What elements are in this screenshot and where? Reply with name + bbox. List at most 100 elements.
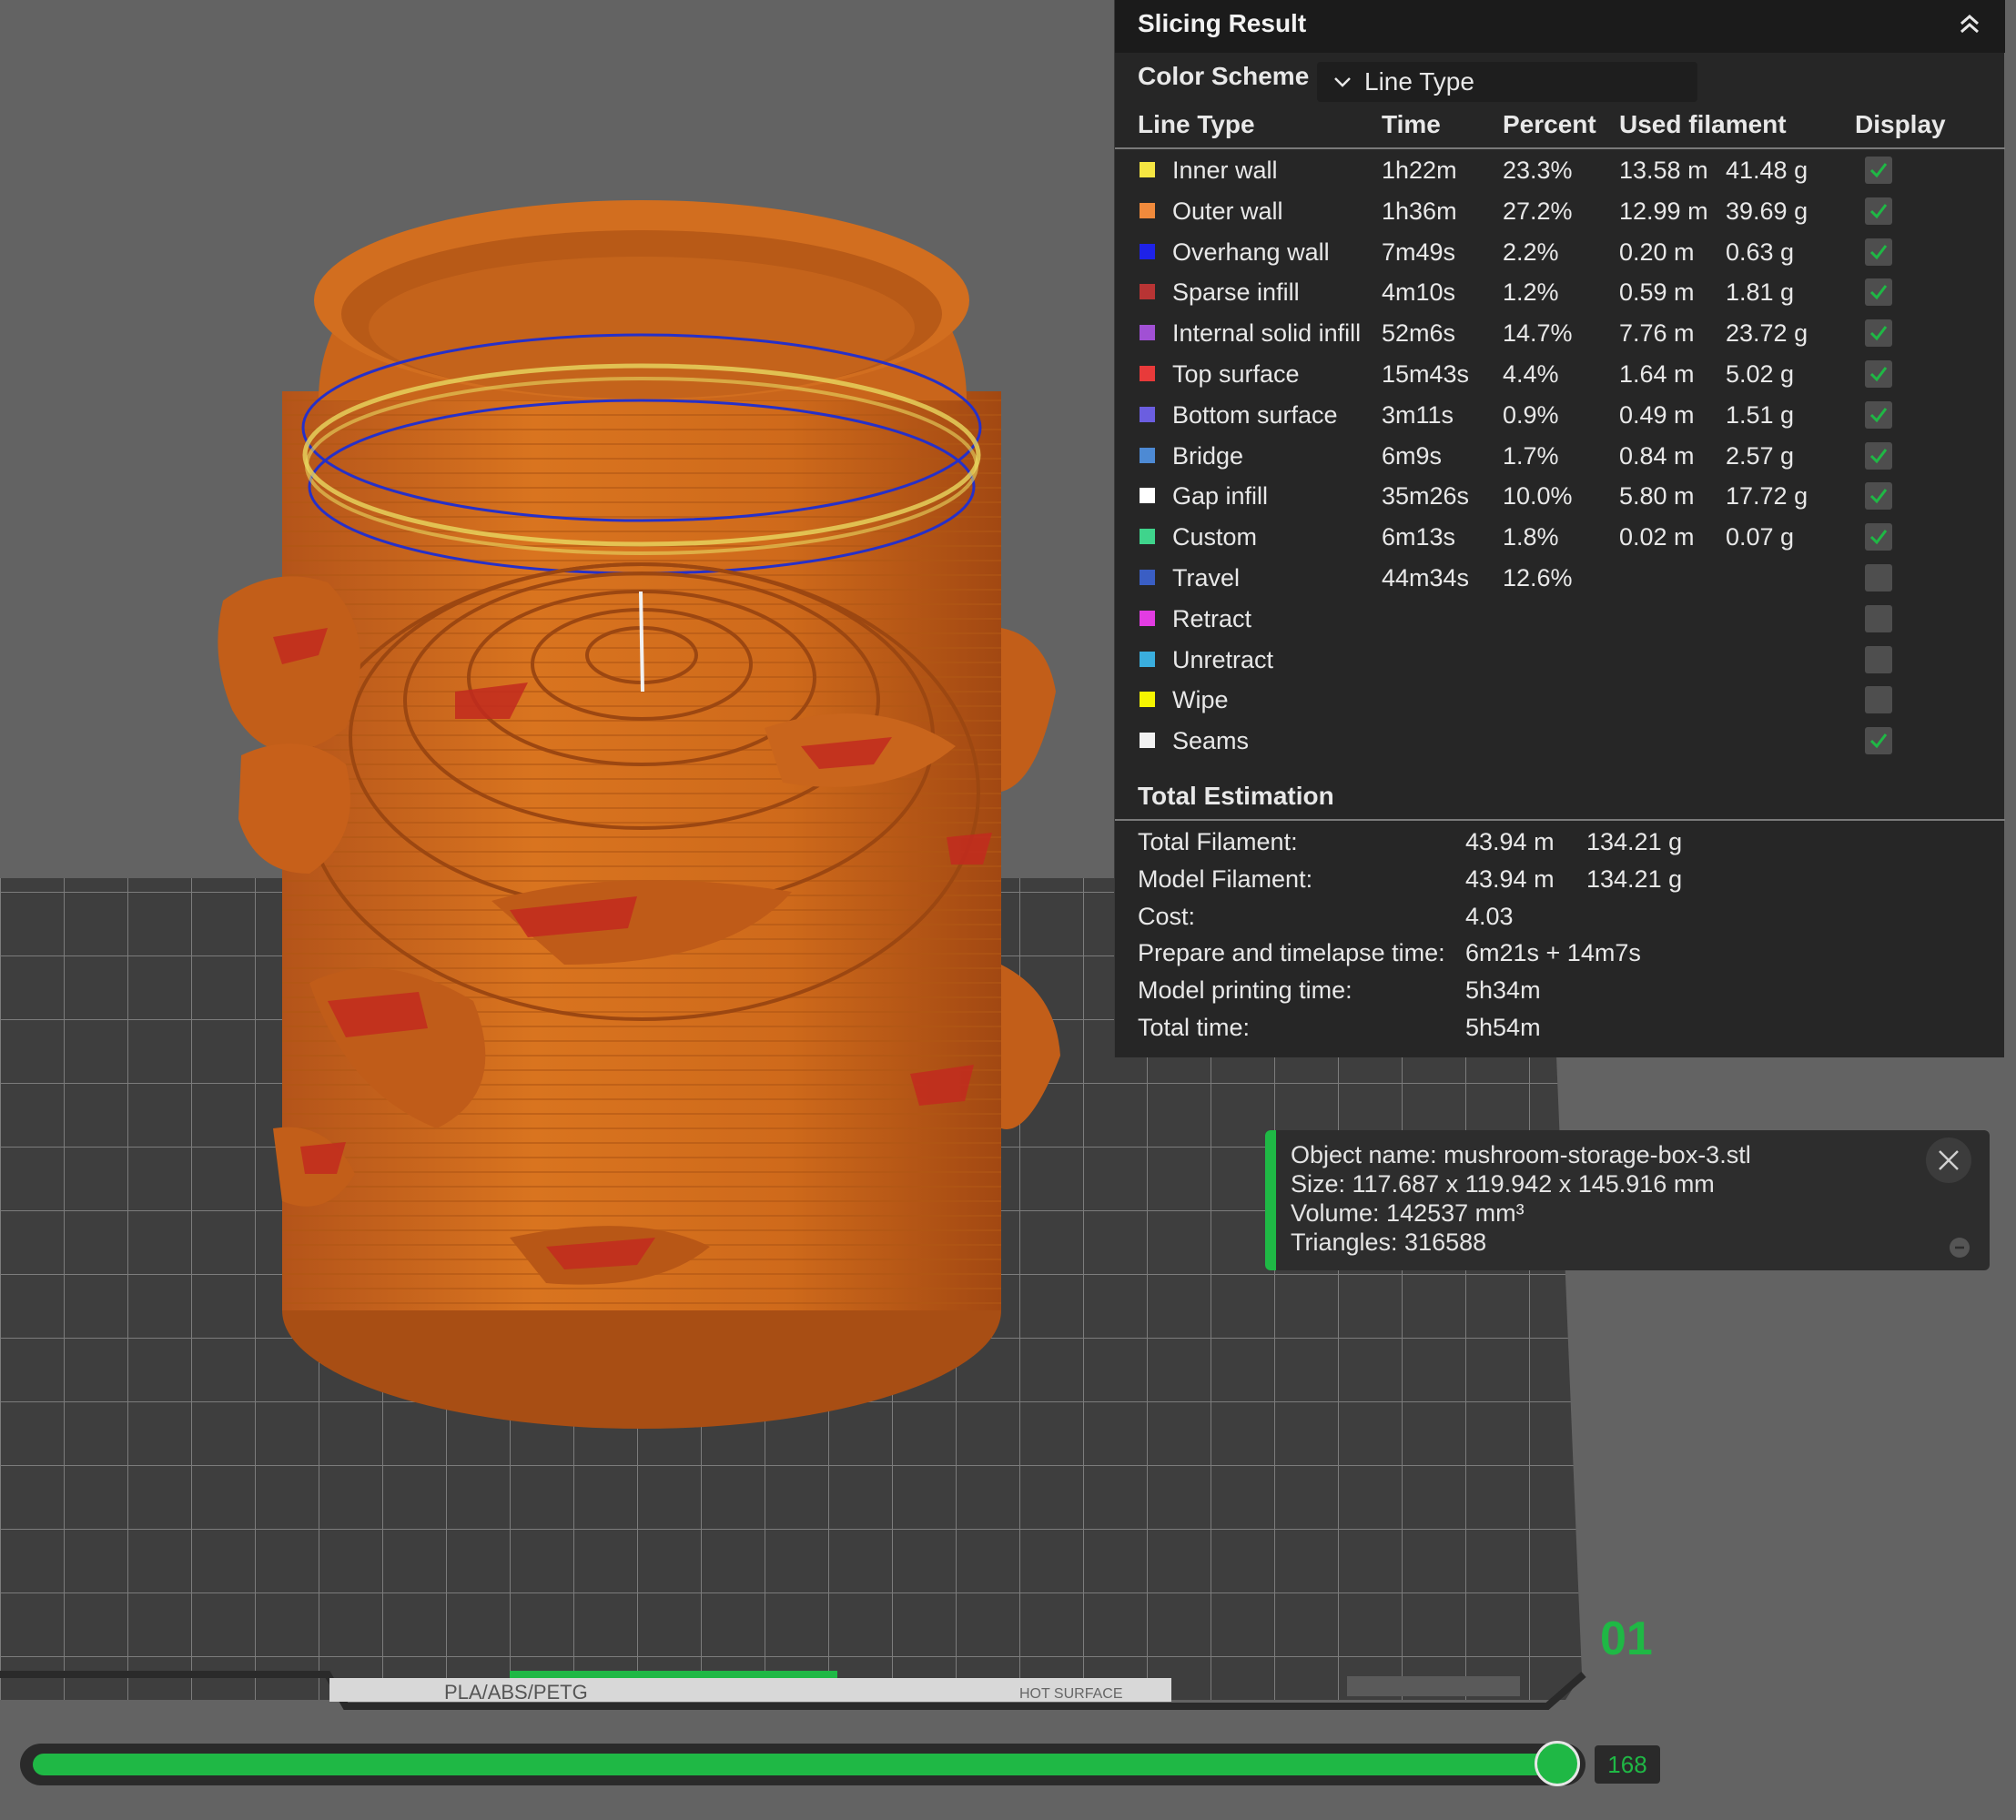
checkmark-icon (1869, 530, 1888, 545)
display-checkbox[interactable] (1865, 400, 1892, 429)
line-type-weight: 23.72 g (1726, 319, 1808, 348)
line-type-time: 6m9s (1382, 441, 1443, 470)
line-type-percent: 14.7% (1503, 319, 1573, 348)
line-type-name: Unretract (1172, 645, 1274, 673)
color-swatch (1140, 447, 1155, 463)
chevron-down-icon (1334, 77, 1351, 87)
display-checkbox[interactable] (1865, 278, 1892, 307)
display-checkbox[interactable] (1865, 727, 1892, 755)
line-type-time: 6m13s (1382, 523, 1456, 551)
color-swatch (1140, 692, 1155, 708)
color-swatch (1140, 243, 1155, 259)
line-type-row: Custom 6m13s 1.8% 0.02 m 0.07 g (1115, 518, 2005, 558)
slicing-result-panel: Slicing Result Color Scheme Line Type Li… (1114, 0, 2005, 1057)
double-chevron-up-icon (1960, 14, 1979, 34)
line-type-percent: 27.2% (1503, 197, 1573, 225)
display-checkbox[interactable] (1865, 319, 1892, 348)
line-type-row: Sparse infill 4m10s 1.2% 0.59 m 1.81 g (1115, 273, 2005, 313)
total-label: Prepare and timelapse time: (1138, 939, 1445, 967)
hot-surface-label: HOT SURFACE (1019, 1686, 1123, 1702)
color-swatch (1140, 733, 1155, 749)
line-type-percent: 2.2% (1503, 238, 1559, 266)
col-header-percent: Percent (1503, 110, 1596, 138)
total-label: Model printing time: (1138, 976, 1352, 1005)
line-type-length: 7.76 m (1619, 319, 1695, 348)
line-type-length: 0.49 m (1619, 400, 1695, 429)
line-type-length: 0.02 m (1619, 523, 1695, 551)
line-type-time: 44m34s (1382, 564, 1470, 592)
object-name: Object name: mushroom-storage-box-3.stl (1291, 1141, 1751, 1168)
line-type-weight: 2.57 g (1726, 441, 1795, 470)
total-value: 6m21s + 14m7s (1465, 939, 1641, 967)
color-swatch (1140, 651, 1155, 667)
line-type-percent: 1.7% (1503, 441, 1559, 470)
close-object-info-button[interactable] (1926, 1138, 1971, 1183)
line-type-name: Internal solid infill (1172, 319, 1362, 348)
col-header-display: Display (1855, 110, 1946, 138)
line-type-weight: 0.07 g (1726, 523, 1795, 551)
line-type-name: Inner wall (1172, 157, 1278, 184)
plate-number: 01 (1600, 1613, 1653, 1665)
line-type-row: Bottom surface 3m11s 0.9% 0.49 m 1.51 g (1115, 396, 2005, 436)
display-checkbox[interactable] (1865, 686, 1892, 714)
header-divider (1115, 147, 2005, 149)
line-type-weight: 39.69 g (1726, 197, 1808, 225)
layer-slider-handle[interactable] (1535, 1741, 1581, 1786)
total-label: Cost: (1138, 902, 1196, 930)
line-type-length: 0.84 m (1619, 441, 1695, 470)
total-label: Model Filament: (1138, 864, 1313, 893)
total-estimation-row: Cost: 4.03 (1115, 899, 2005, 935)
line-type-percent: 0.9% (1503, 400, 1559, 429)
line-type-row: Unretract (1115, 641, 2005, 681)
display-checkbox[interactable] (1865, 604, 1892, 632)
line-type-name: Gap infill (1172, 482, 1269, 511)
display-checkbox[interactable] (1865, 645, 1892, 673)
total-estimation-title: Total Estimation (1138, 782, 1334, 810)
line-type-name: Top surface (1172, 360, 1300, 388)
minus-icon (1955, 1246, 1964, 1249)
display-checkbox[interactable] (1865, 360, 1892, 388)
line-type-length: 5.80 m (1619, 482, 1695, 511)
object-triangles: Triangles: 316588 (1291, 1228, 1487, 1256)
display-checkbox[interactable] (1865, 197, 1892, 225)
total-estimation-row: Model printing time: 5h34m (1115, 973, 2005, 1009)
display-checkbox[interactable] (1865, 441, 1892, 470)
total-value-secondary: 134.21 g (1586, 864, 1683, 893)
display-checkbox[interactable] (1865, 564, 1892, 592)
line-type-row: Top surface 15m43s 4.4% 1.64 m 5.02 g (1115, 355, 2005, 395)
line-type-time: 52m6s (1382, 319, 1456, 348)
color-swatch (1140, 610, 1155, 626)
collapse-button[interactable] (1954, 9, 1985, 40)
line-type-name: Custom (1172, 523, 1258, 551)
total-value: 43.94 m (1465, 864, 1555, 893)
layer-slider[interactable] (20, 1741, 1585, 1786)
object-volume: Volume: 142537 mm³ (1291, 1199, 1525, 1227)
line-type-name: Overhang wall (1172, 238, 1330, 266)
line-type-percent: 23.3% (1503, 157, 1573, 184)
total-estimation-row: Model Filament: 43.94 m 134.21 g (1115, 862, 2005, 898)
display-checkbox[interactable] (1865, 238, 1892, 266)
color-swatch (1140, 570, 1155, 585)
color-swatch (1140, 366, 1155, 381)
checkmark-icon (1869, 203, 1888, 219)
display-checkbox[interactable] (1865, 157, 1892, 184)
line-type-row: Outer wall 1h36m 27.2% 12.99 m 39.69 g (1115, 192, 2005, 232)
panel-title: Slicing Result (1138, 9, 1307, 37)
color-scheme-dropdown[interactable]: Line Type (1317, 62, 1697, 102)
minimize-object-info-button[interactable] (1950, 1238, 1970, 1258)
model-mushroom-storage-box[interactable] (218, 200, 1060, 1429)
line-type-time: 35m26s (1382, 482, 1470, 511)
display-checkbox[interactable] (1865, 523, 1892, 551)
line-type-row: Gap infill 35m26s 10.0% 5.80 m 17.72 g (1115, 477, 2005, 517)
checkmark-icon (1869, 163, 1888, 178)
panel-header: Slicing Result (1115, 0, 2005, 53)
object-size: Size: 117.687 x 119.942 x 145.916 mm (1291, 1170, 1715, 1198)
checkmark-icon (1869, 285, 1888, 300)
display-checkbox[interactable] (1865, 482, 1892, 511)
col-header-used-filament: Used filament (1619, 110, 1787, 138)
line-type-name: Travel (1172, 564, 1241, 592)
total-value: 43.94 m (1465, 828, 1555, 855)
total-divider (1115, 819, 2005, 821)
total-estimation-row: Total time: 5h54m (1115, 1010, 2005, 1046)
line-type-name: Retract (1172, 604, 1252, 632)
